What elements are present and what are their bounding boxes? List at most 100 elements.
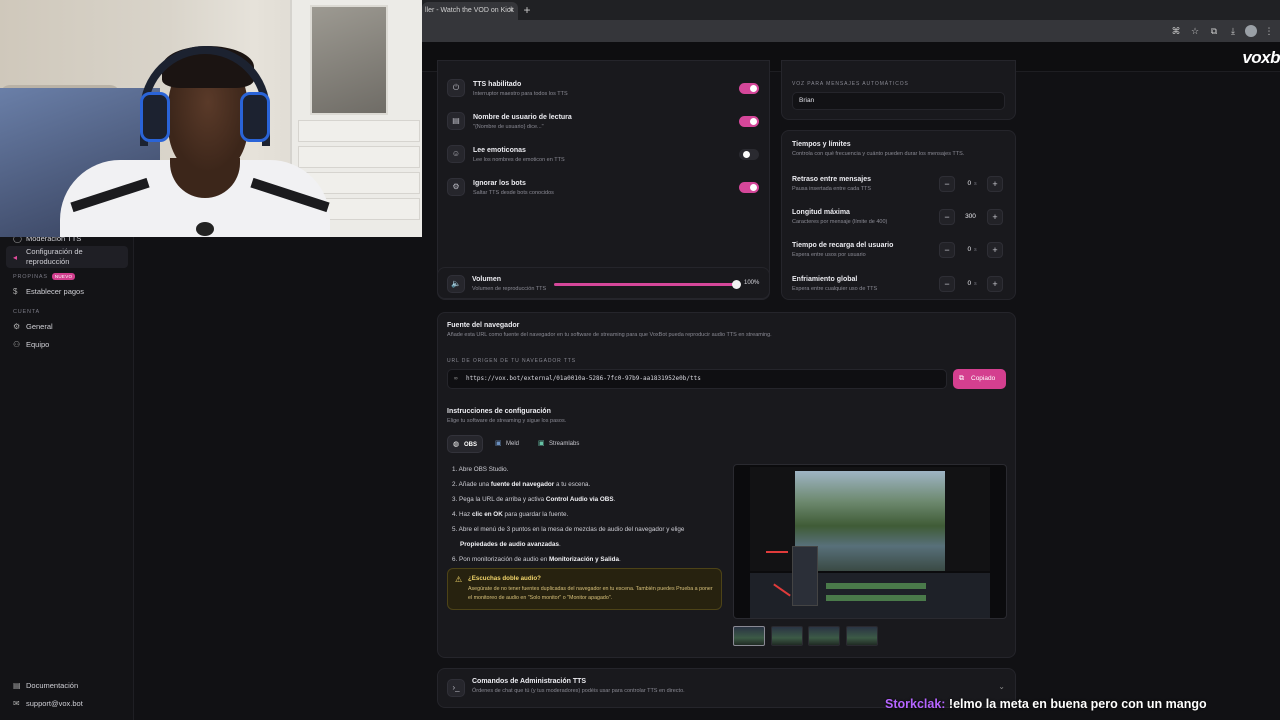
brand-logo[interactable]: voxb — [1242, 48, 1280, 68]
tab-obs[interactable]: ◍ OBS — [447, 435, 483, 453]
chevron-down-icon[interactable]: ⌄ — [998, 682, 1005, 691]
preview-thumbnail-4[interactable] — [846, 626, 878, 646]
decrement-button[interactable]: − — [939, 242, 955, 258]
preview-thumbnail-1[interactable] — [733, 626, 765, 646]
preview-arrow-2 — [773, 583, 791, 597]
sidebar-item-documentacion[interactable]: ▤ Documentación — [6, 681, 128, 691]
ignore-bots-toggle[interactable] — [739, 182, 759, 193]
step-4: 4. Haz clic en OK para guardar la fuente… — [452, 507, 727, 522]
limits-subtitle: Controla con qué frecuencia y cuánto pue… — [792, 151, 965, 157]
step-text: . — [559, 541, 561, 548]
downloads-icon[interactable]: ⤓ — [1226, 24, 1240, 38]
increment-button[interactable]: + — [987, 242, 1003, 258]
more-icon[interactable]: ⋮ — [1262, 24, 1276, 38]
emoji-icon: ☺ — [447, 145, 465, 163]
warning-body: Asegúrate de no tener fuentes duplicadas… — [468, 586, 713, 601]
toggle-row-read-username: ▤ Nombre de usuario de lectura "{Nombre … — [447, 112, 762, 134]
step-2: 2. Añade una fuente del navegador a tu e… — [452, 477, 727, 492]
toggle-row-read-emotes: ☺ Lee emoticonas Lee los nombres de emot… — [447, 145, 762, 167]
volume-value: 100% — [744, 280, 760, 286]
decrement-button[interactable]: − — [939, 276, 955, 292]
extensions-icon[interactable]: ⧉ — [1207, 24, 1221, 38]
toggle-row-tts-enabled: ⏻ TTS habilitado Interruptor maestro par… — [447, 79, 762, 101]
star-icon[interactable]: ☆ — [1188, 24, 1202, 38]
copy-icon: ⧉ — [959, 375, 964, 382]
step-emphasis: fuente del navegador — [490, 481, 555, 488]
browser-tab[interactable]: ller - Watch the VOD on Kick × — [422, 2, 518, 20]
admin-commands-subtitle: Órdenes de chat que tú (y tus moderadore… — [472, 688, 685, 694]
tts-enabled-toggle[interactable] — [739, 83, 759, 94]
sidebar-item-establecer-pagos[interactable]: $ Establecer pagos — [6, 287, 128, 297]
close-icon[interactable]: × — [504, 2, 518, 20]
auto-voice-select[interactable]: Brian — [792, 92, 1005, 110]
global-cooldown-stepper: − 0s + — [939, 276, 1005, 292]
url-label: URL DE ORIGEN DE TU NAVEGADOR TTS — [447, 358, 576, 364]
sidebar-item-configuracion-reproduccion[interactable]: ◂ Configuración de reproducción — [6, 246, 128, 268]
auto-voice-label: VOZ PARA MENSAJES AUTOMÁTICOS — [792, 81, 909, 87]
bot-icon: ⚙ — [447, 178, 465, 196]
stepper-value[interactable]: 300 — [957, 209, 987, 225]
tab-label: Meld — [506, 441, 520, 447]
read-username-toggle[interactable] — [739, 116, 759, 127]
profile-avatar[interactable] — [1245, 25, 1257, 37]
volume-card: 🔈 Volumen Volumen de reproducción TTS 10… — [437, 267, 770, 299]
stepper-value[interactable]: 0s — [957, 276, 987, 292]
preview-thumbnail-2[interactable] — [771, 626, 803, 646]
streamlabs-icon: ▣ — [538, 440, 545, 447]
volume-slider-fill — [554, 283, 736, 286]
screen: ller - Watch the VOD on Kick × + ⌘ ☆ ⧉ ⤓… — [0, 0, 1280, 720]
tts-settings-card: ⏻ TTS habilitado Interruptor maestro par… — [437, 60, 770, 300]
webcam-headphone-cup — [140, 92, 170, 142]
section-label: PROPINAS — [13, 273, 48, 280]
browser-toolbar: ⌘ ☆ ⧉ ⤓ ⋮ — [422, 20, 1280, 42]
step-emphasis: Monitorización y Salida — [548, 556, 619, 563]
read-emotes-toggle[interactable] — [739, 149, 759, 160]
mail-icon: ✉ — [13, 699, 20, 708]
sidebar-item-equipo[interactable]: ⚇ Equipo — [6, 340, 128, 350]
increment-button[interactable]: + — [987, 276, 1003, 292]
preview-thumbnail-3[interactable] — [808, 626, 840, 646]
limit-row-max-length: Longitud máxima Caracteres por mensaje (… — [792, 209, 1007, 229]
delay-stepper: − 0s + — [939, 176, 1005, 192]
new-tab-button[interactable]: + — [520, 2, 534, 18]
tab-meld[interactable]: ▣ Meld — [490, 435, 526, 453]
stepper-value[interactable]: 0s — [957, 242, 987, 258]
step-text: . — [618, 556, 621, 563]
chat-username: Storkclak: — [885, 697, 946, 711]
tts-url-field[interactable]: ∞ https://vox.bot/external/01a0010a-5286… — [447, 369, 947, 389]
tab-streamlabs[interactable]: ▣ Streamlabs — [533, 435, 587, 453]
setup-steps: 1. Abre OBS Studio. 2. Añade una fuente … — [452, 462, 727, 567]
step-emphasis: Propiedades de audio avanzadas — [460, 541, 560, 548]
stepper-value[interactable]: 0s — [957, 176, 987, 192]
decrement-button[interactable]: − — [939, 176, 955, 192]
book-icon: ▤ — [13, 681, 21, 690]
webcam-drawer — [298, 120, 420, 142]
copy-url-button[interactable]: ⧉ Copiado — [953, 369, 1006, 389]
playback-icon: ◂ — [13, 253, 18, 262]
preview-obs-docks — [750, 546, 990, 618]
webcam-overlay — [0, 0, 422, 237]
meld-icon: ▣ — [495, 440, 502, 447]
sidebar-item-general[interactable]: ⚙ General — [6, 322, 128, 332]
sidebar-item-support[interactable]: ✉ support@vox.bot — [6, 699, 128, 709]
browser-source-card: Fuente del navegador Añade esta URL como… — [437, 312, 1016, 658]
translate-icon[interactable]: ⌘ — [1169, 24, 1183, 38]
preview-video-frame — [750, 467, 990, 571]
obs-icon: ◍ — [453, 441, 460, 448]
toggle-title: Lee emoticonas — [473, 147, 526, 154]
sidebar-item-label: Equipo — [26, 340, 50, 349]
limit-row-user-cooldown: Tiempo de recarga del usuario Espera ent… — [792, 242, 1007, 262]
decrement-button[interactable]: − — [939, 209, 955, 225]
webcam-drawer — [298, 146, 420, 168]
increment-button[interactable]: + — [987, 176, 1003, 192]
volume-slider-handle[interactable] — [731, 280, 741, 289]
increment-button[interactable]: + — [987, 209, 1003, 225]
stepper-number: 0 — [967, 280, 972, 287]
step-emphasis: clic en OK — [471, 511, 503, 518]
sidebar-item-label: Configuración de reproducción — [26, 247, 83, 266]
volume-slider[interactable] — [554, 280, 741, 289]
webcam-headphone-cup — [240, 92, 270, 142]
copy-button-label: Copiado — [971, 375, 996, 382]
step-text: 2. Añade una — [452, 481, 491, 488]
toggle-subtitle: Lee los nombres de emoticon en TTS — [473, 157, 565, 163]
